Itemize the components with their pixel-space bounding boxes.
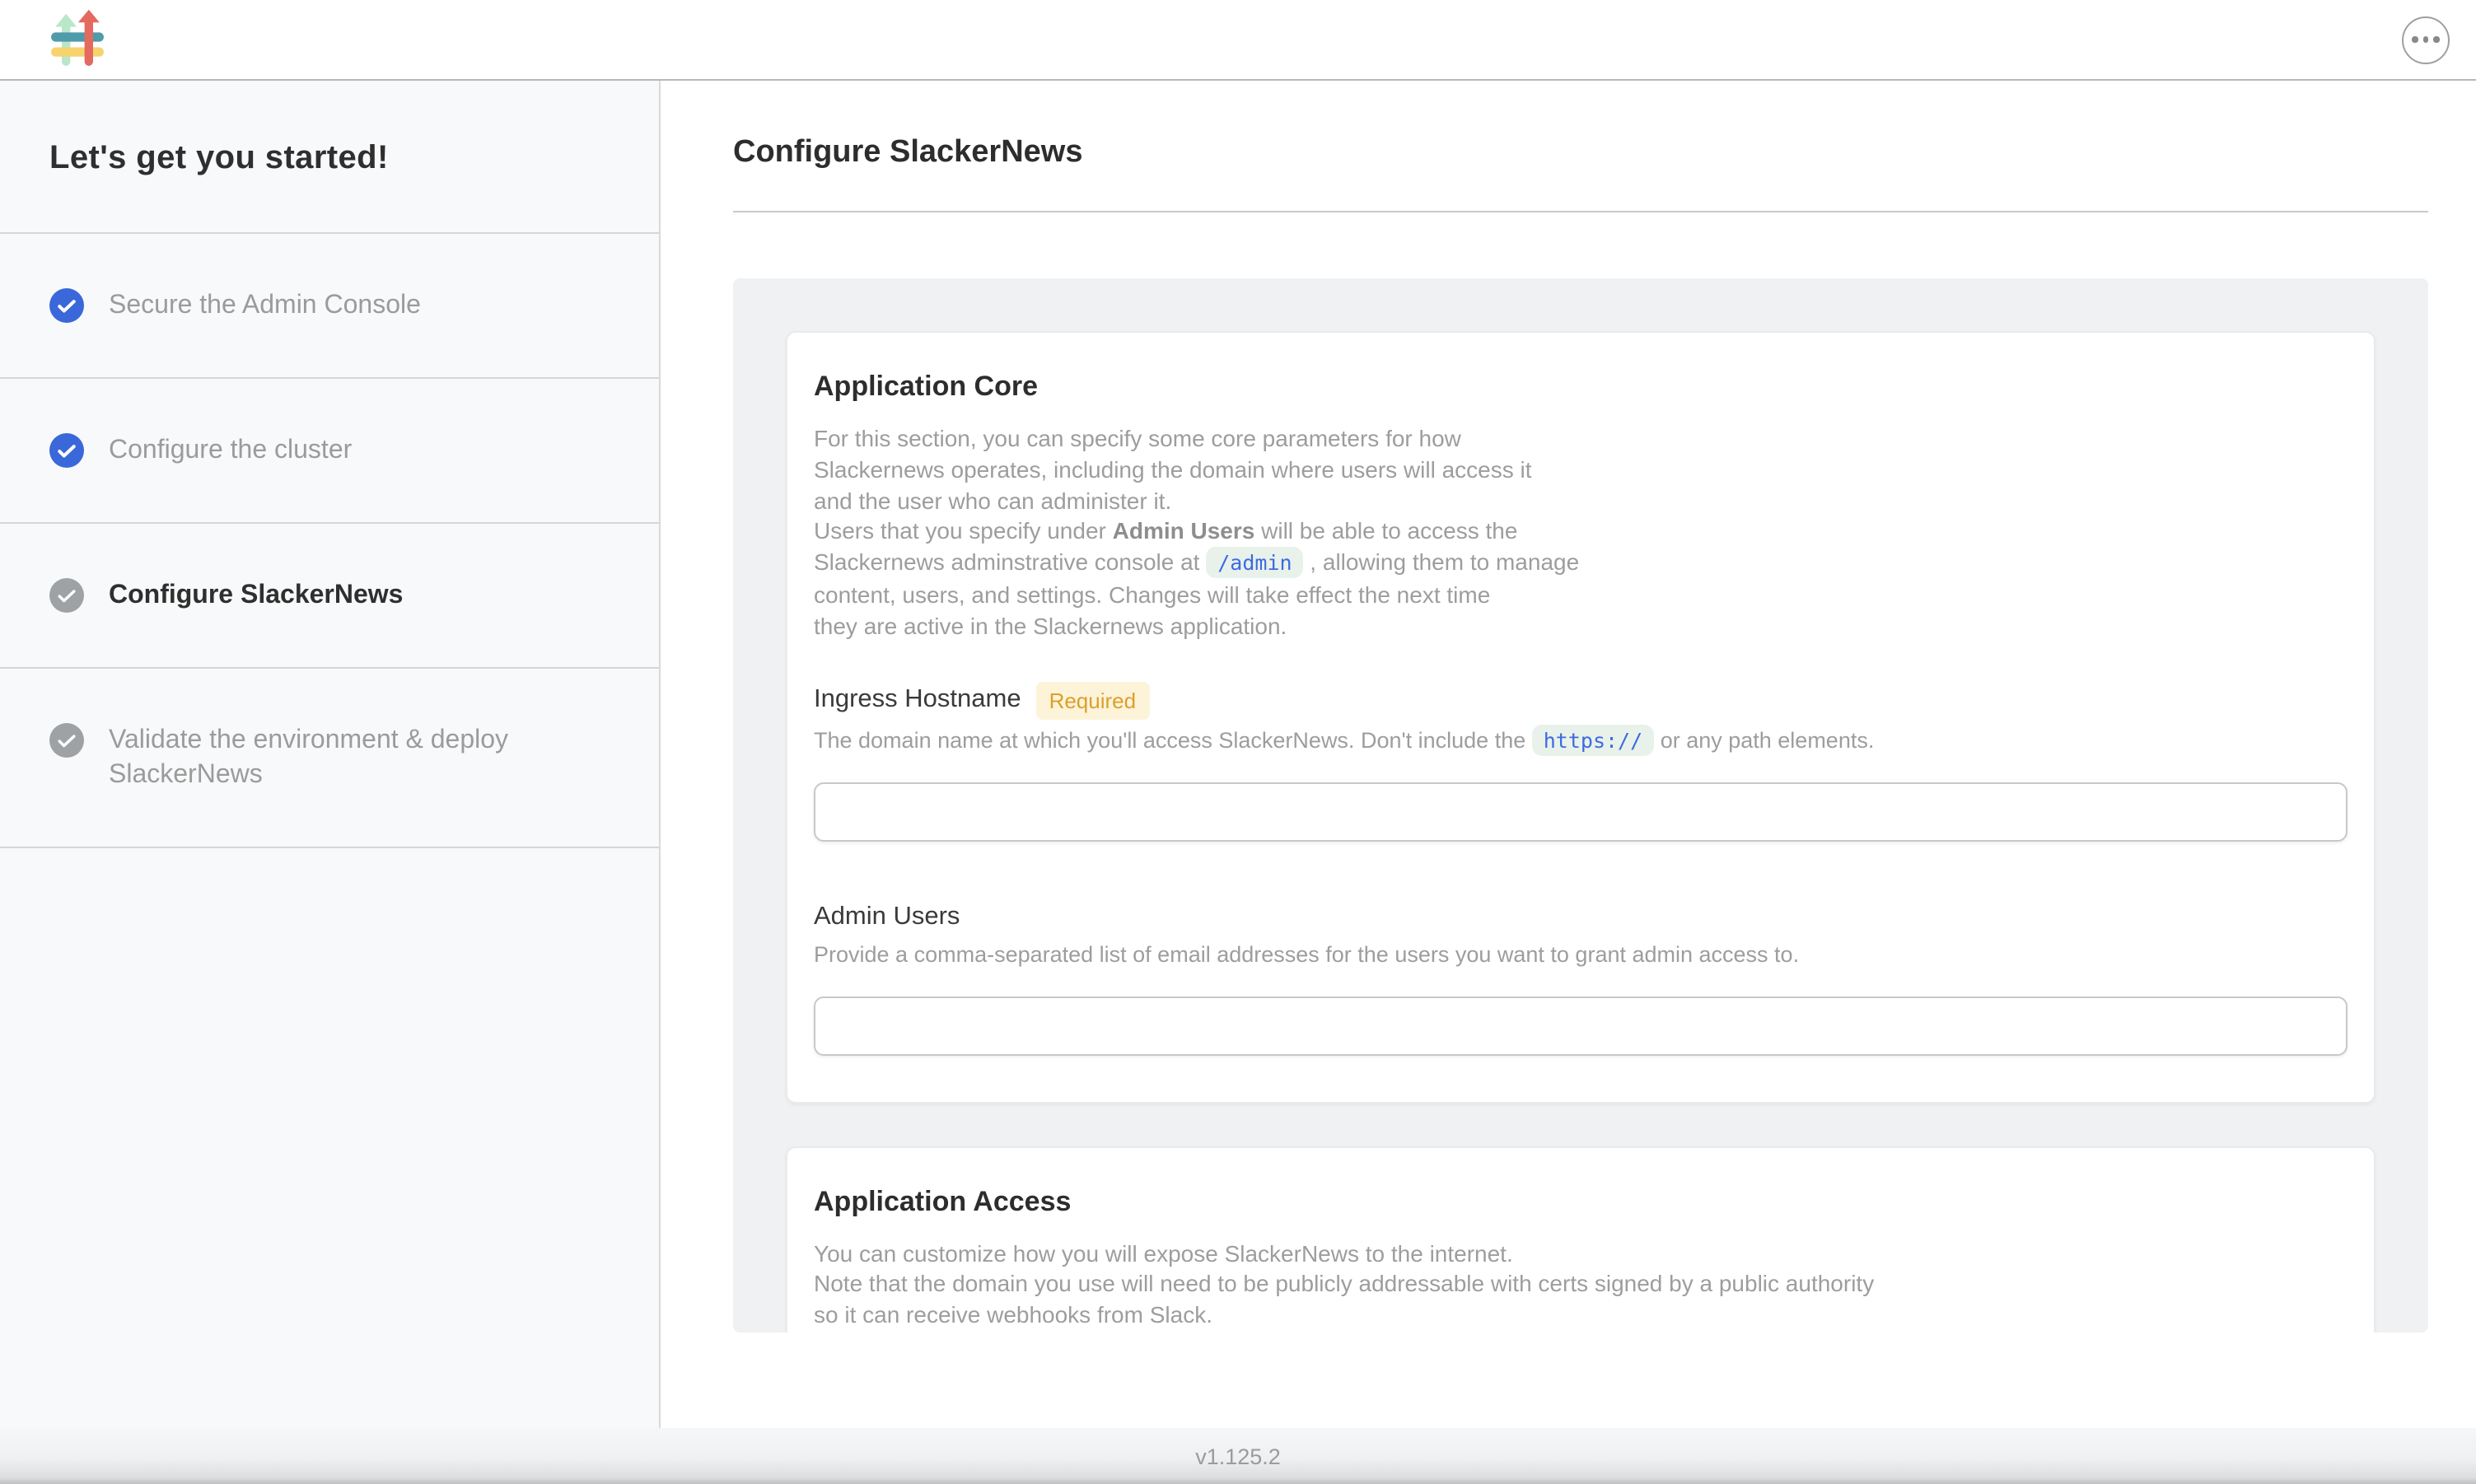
ingress-hostname-label: Ingress Hostname (814, 684, 1021, 716)
sidebar-step-secure-admin-console[interactable]: Secure the Admin Console (0, 234, 659, 379)
admin-users-input[interactable] (814, 996, 2348, 1055)
content-area: Let's get you started! Secure the Admin … (0, 81, 2476, 1428)
config-panel: Application Core For this section, you c… (733, 278, 2428, 1332)
sidebar-step-configure-cluster[interactable]: Configure the cluster (0, 379, 659, 524)
step-label: Secure the Admin Console (109, 288, 421, 323)
field-help: The domain name at which you'll access S… (814, 724, 2348, 755)
card-title: Application Core (814, 369, 2348, 404)
main-content: Configure SlackerNews Application Core F… (661, 81, 2476, 1428)
check-circle-icon (49, 723, 84, 758)
sidebar-step-validate-deploy[interactable]: Validate the environment & deploy Slacke… (0, 669, 659, 848)
check-circle-icon (49, 288, 84, 323)
admin-users-field-group: Admin Users Provide a comma-separated li… (814, 900, 2348, 1055)
app-footer: v1.125.2 (0, 1428, 2476, 1484)
app-window: Let's get you started! Secure the Admin … (0, 0, 2476, 1484)
sidebar-title: Let's get you started! (0, 81, 659, 234)
more-menu-button[interactable] (2402, 16, 2450, 63)
page-title: Configure SlackerNews (733, 133, 2428, 171)
card-intro: You can customize how you will expose Sl… (814, 1238, 2348, 1332)
step-label: Configure SlackerNews (109, 578, 403, 613)
application-access-card: Application Access You can customize how… (786, 1146, 2376, 1332)
slackernews-logo-icon (46, 8, 109, 71)
step-label: Validate the environment & deploy Slacke… (109, 723, 610, 792)
top-bar (0, 0, 2476, 81)
step-label: Configure the cluster (109, 433, 352, 468)
ingress-hostname-input[interactable] (814, 782, 2348, 841)
title-divider (733, 211, 2428, 212)
ingress-hostname-field-group: Ingress Hostname Required The domain nam… (814, 681, 2348, 841)
check-circle-icon (49, 578, 84, 613)
card-title: Application Access (814, 1183, 2348, 1218)
field-help: Provide a comma-separated list of email … (814, 938, 2348, 969)
card-intro: For this section, you can specify some c… (814, 423, 2348, 642)
required-badge: Required (1036, 681, 1150, 719)
application-core-card: Application Core For this section, you c… (786, 331, 2376, 1103)
version-label: v1.125.2 (1195, 1444, 1281, 1468)
admin-users-label: Admin Users (814, 900, 960, 933)
ellipsis-icon (2413, 37, 2440, 43)
sidebar-step-configure-slackernews[interactable]: Configure SlackerNews (0, 524, 659, 669)
check-circle-icon (49, 433, 84, 468)
setup-sidebar: Let's get you started! Secure the Admin … (0, 81, 661, 1428)
